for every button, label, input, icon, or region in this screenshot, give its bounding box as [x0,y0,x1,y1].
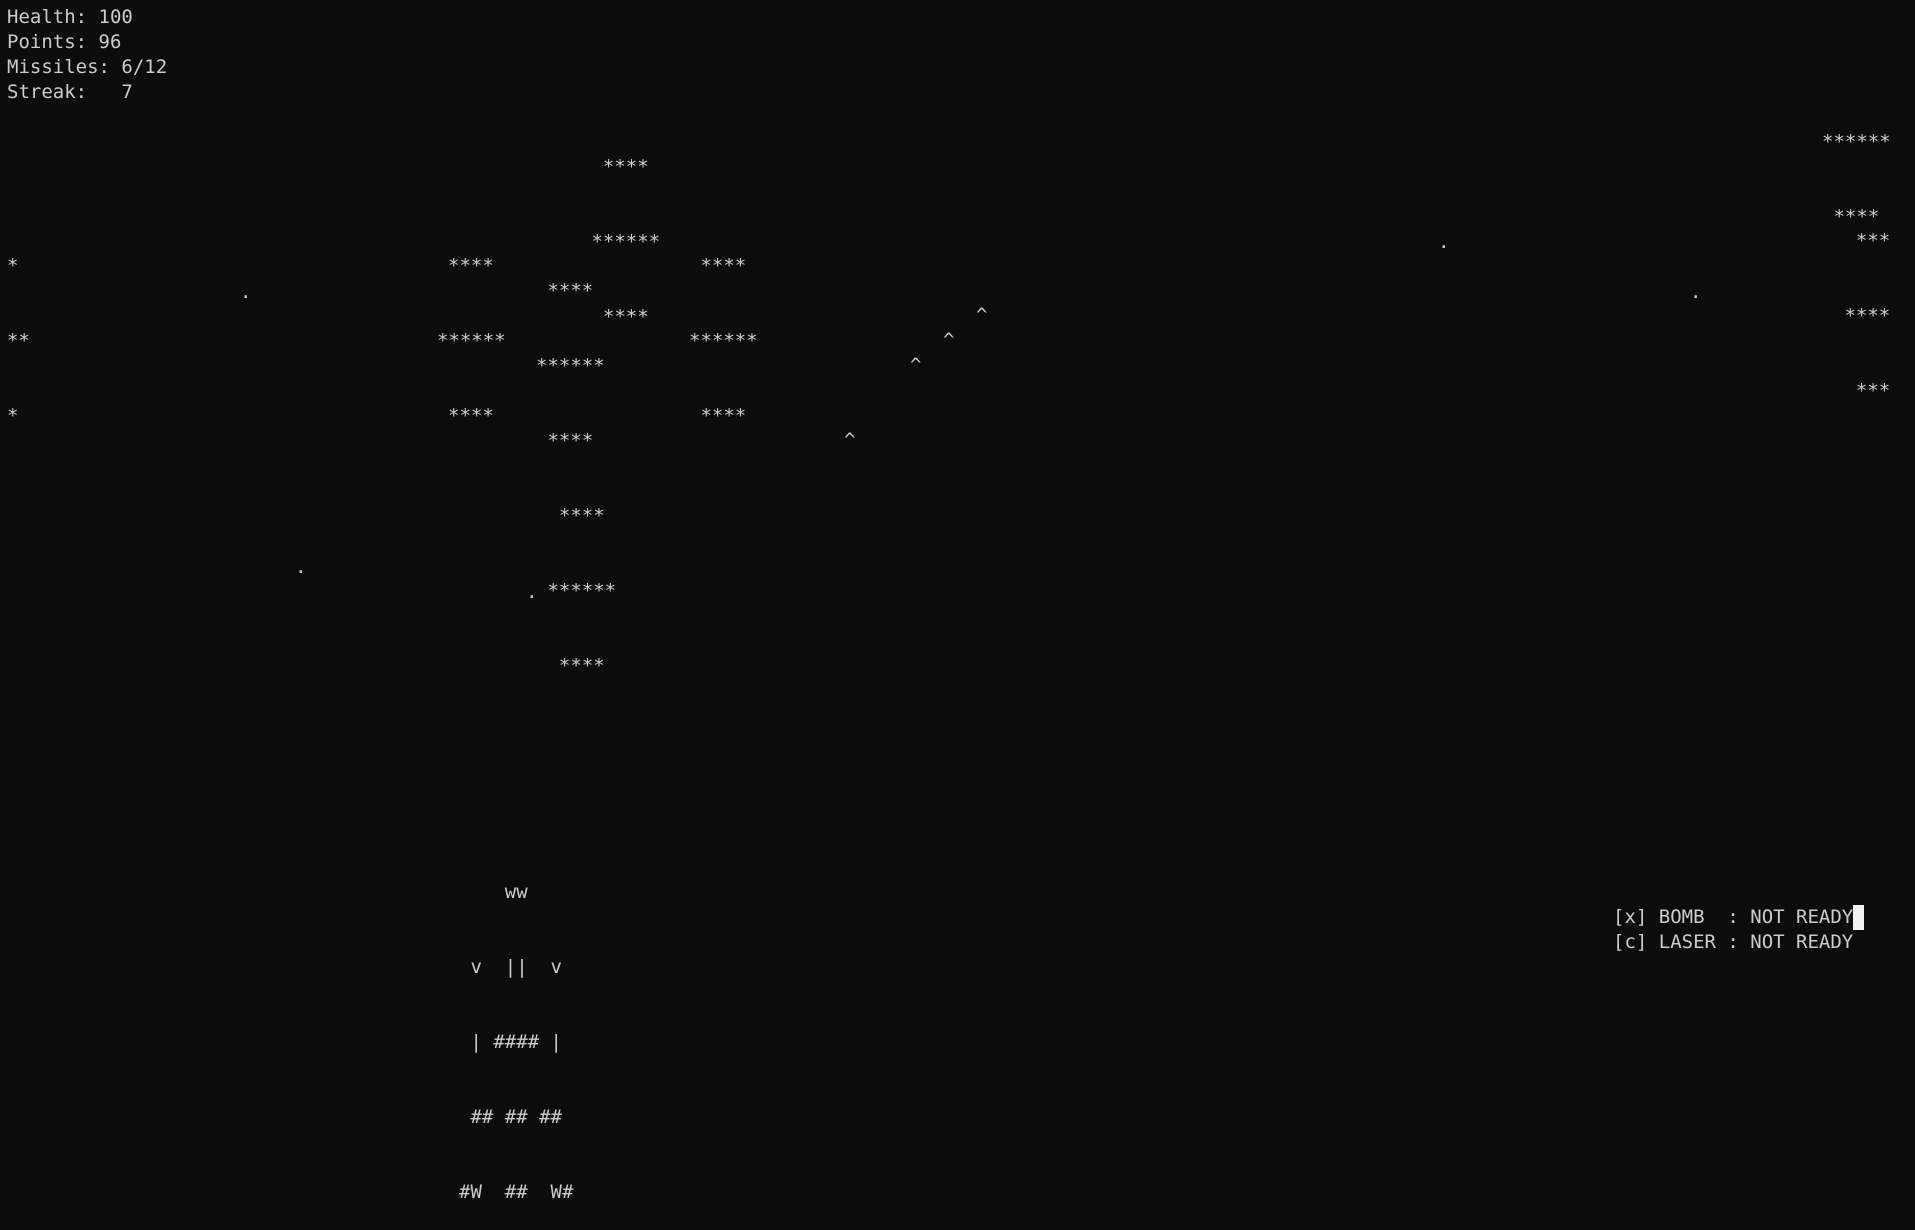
enemy-line: **** [536,430,594,452]
missile: ^ [844,429,856,451]
ship-line: ## ## ## [459,1106,562,1128]
enemy-line: ****** [437,330,506,352]
enemy-line: ****** [689,330,758,352]
enemy-line: *** [1833,230,1891,252]
enemy-far-left: * ** * [7,204,30,454]
ship-line: #W ## W# [459,1181,574,1203]
streak-readout: Streak: 7 [7,81,133,103]
enemy-line: **** [448,405,494,427]
enemy-line: ****** [536,355,605,377]
laser-status: [c] LASER : NOT READY [1613,931,1854,953]
enemy-line: ** [7,330,30,352]
enemy-line: **** [1833,305,1891,327]
points-readout: Points: 96 [7,31,122,53]
enemy-line: **** [689,255,747,277]
missile: ^ [976,304,988,326]
enemy-line: ****** [1822,131,1891,153]
enemy-line: **** [536,280,594,302]
enemy-line: * [7,255,19,277]
star: . [295,556,307,578]
missiles-readout: Missiles: 6/12 [7,56,168,78]
bomb-status: [x] BOMB : NOT READY [1613,905,1865,930]
star: . [1438,231,1450,253]
health-readout: Health: 100 [7,6,133,28]
enemy-line: **** [580,156,649,178]
enemy-line: **** [536,505,605,527]
text-cursor [1853,905,1865,930]
ship-line: | #### | [459,1031,562,1053]
enemy-right-center: **** ****** **** [689,204,758,454]
enemy-line: * [7,405,19,427]
bomb-status-text: [x] BOMB : NOT READY [1613,906,1854,928]
enemy-mid-cross: **** ****** **** **** ****** **** [536,229,616,704]
star: . [526,581,538,603]
player-ship: ww v || v | #### | ## ## ## #W ## W# [459,830,573,1230]
enemy-far-right: *** **** *** [1833,179,1890,429]
ship-line: v || v [459,956,562,978]
enemy-line: **** [536,655,605,677]
missile: ^ [943,329,955,351]
star: . [1690,281,1702,303]
enemy-line: **** [689,405,747,427]
star: . [240,281,252,303]
ship-line: ww [459,881,528,903]
enemy-line: **** [448,255,494,277]
missile: ^ [910,354,922,376]
enemy-line: *** [1833,380,1891,402]
enemy-left: **** ****** **** [437,204,506,454]
enemy-line: ****** [536,580,617,602]
